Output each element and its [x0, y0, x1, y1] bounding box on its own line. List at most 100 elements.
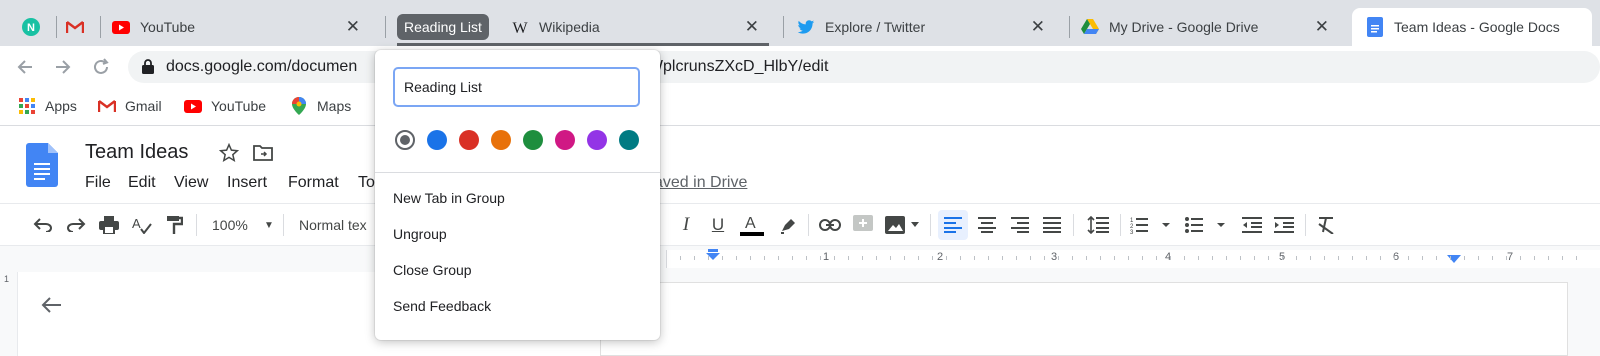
bookmark-youtube[interactable]: YouTube	[184, 97, 266, 115]
tab-title: Wikipedia	[539, 19, 600, 35]
menu-tools[interactable]: To	[358, 174, 375, 192]
italic-icon[interactable]: I	[676, 213, 696, 237]
ruler-tick	[1002, 256, 1003, 260]
bookmarks-bar: Apps Gmail YouTube Maps	[0, 88, 1600, 126]
tab-group-chip[interactable]: Reading List	[397, 14, 489, 40]
reload-icon[interactable]	[90, 56, 112, 78]
new-tab-in-group-item[interactable]: New Tab in Group	[393, 190, 505, 206]
send-feedback-item[interactable]: Send Feedback	[393, 298, 491, 314]
align-left-icon[interactable]	[938, 210, 968, 240]
insert-link-icon[interactable]	[818, 213, 842, 237]
increase-indent-icon[interactable]	[1272, 213, 1296, 237]
saved-status[interactable]: aved in Drive	[654, 174, 747, 192]
ruler-tick	[918, 256, 919, 260]
ruler-tick	[890, 256, 891, 260]
paint-format-icon[interactable]	[162, 213, 186, 237]
tab-wikipedia[interactable]: W Wikipedia ✕	[511, 8, 773, 46]
numbered-list-icon[interactable]: 123	[1130, 213, 1174, 237]
address-bar[interactable]: docs.google.com/documen tOWplcrunsZXcD_H…	[128, 51, 1600, 83]
tab-twitter[interactable]: Explore / Twitter ✕	[797, 8, 1059, 46]
close-tab-icon[interactable]: ✕	[1315, 17, 1329, 37]
bookmark-label: Gmail	[125, 98, 162, 114]
n-icon: N	[22, 18, 40, 36]
insert-image-icon[interactable]	[883, 213, 923, 237]
toolbar-divider	[196, 214, 197, 236]
align-justify-icon[interactable]	[1040, 213, 1064, 237]
back-arrow-icon[interactable]	[40, 296, 62, 319]
ruler-tick	[1226, 256, 1227, 260]
close-tab-icon[interactable]: ✕	[346, 17, 360, 37]
tab-n[interactable]: N	[22, 8, 50, 46]
redo-icon[interactable]	[64, 213, 88, 237]
lock-icon	[142, 59, 154, 79]
align-right-icon[interactable]	[1008, 213, 1032, 237]
forward-arrow-icon[interactable]	[52, 56, 74, 78]
bookmark-apps[interactable]: Apps	[18, 97, 77, 115]
ruler-tick	[1016, 256, 1017, 260]
vertical-ruler-number: 1	[4, 274, 10, 284]
ruler-tick	[1408, 256, 1409, 260]
ruler-tick	[1240, 256, 1241, 260]
close-tab-icon[interactable]: ✕	[745, 17, 759, 37]
align-center-icon[interactable]	[975, 213, 999, 237]
color-swatch-green[interactable]	[523, 130, 543, 150]
ruler-tick	[820, 256, 821, 260]
menu-file[interactable]: File	[85, 174, 111, 192]
color-swatch-blue[interactable]	[427, 130, 447, 150]
star-icon[interactable]	[218, 142, 240, 168]
paragraph-style-select[interactable]: Normal tex	[299, 213, 379, 237]
back-arrow-icon[interactable]	[14, 56, 36, 78]
tab-google-drive[interactable]: My Drive - Google Drive ✕	[1081, 8, 1343, 46]
color-swatch-grey[interactable]	[395, 130, 415, 150]
toolbar-divider	[283, 214, 284, 236]
move-to-folder-icon[interactable]	[253, 144, 273, 166]
tab-youtube[interactable]: YouTube ✕	[112, 8, 374, 46]
undo-icon[interactable]	[31, 213, 55, 237]
bulleted-list-icon[interactable]	[1185, 213, 1229, 237]
ruler-tick	[1492, 256, 1493, 260]
ruler-tick	[932, 256, 933, 260]
color-swatch-orange[interactable]	[491, 130, 511, 150]
menu-view[interactable]: View	[174, 174, 208, 192]
ruler-tick	[1156, 256, 1157, 260]
text-color-icon[interactable]: A	[738, 213, 766, 237]
color-swatch-red[interactable]	[459, 130, 479, 150]
underline-icon[interactable]: U	[708, 213, 728, 237]
ruler-tick	[1576, 256, 1577, 260]
address-text-tail: tOWplcrunsZXcD_HlbY/edit	[631, 58, 829, 75]
clear-formatting-icon[interactable]	[1315, 213, 1339, 237]
bookmark-maps[interactable]: Maps	[290, 97, 351, 115]
zoom-select[interactable]: 100% ▼	[212, 213, 274, 237]
document-page[interactable]	[600, 282, 1568, 356]
color-swatch-pink[interactable]	[555, 130, 575, 150]
group-name-input[interactable]	[393, 67, 640, 107]
add-comment-icon[interactable]	[851, 213, 875, 237]
document-title[interactable]: Team Ideas	[85, 141, 188, 164]
color-swatch-cyan[interactable]	[619, 130, 639, 150]
close-tab-icon[interactable]: ✕	[1031, 17, 1045, 37]
color-swatch-purple[interactable]	[587, 130, 607, 150]
highlight-color-icon[interactable]	[777, 213, 799, 237]
print-icon[interactable]	[97, 213, 121, 237]
ruler-tick	[974, 256, 975, 260]
toolbar-divider	[1120, 214, 1121, 236]
ruler-tick	[1296, 256, 1297, 260]
menu-insert[interactable]: Insert	[227, 174, 267, 192]
ruler-tick	[1100, 256, 1101, 260]
tab-strip: N YouTube ✕ Reading List W Wikipedia ✕ E…	[0, 0, 1600, 46]
bookmark-gmail[interactable]: Gmail	[98, 97, 162, 115]
tab-google-docs[interactable]: Team Ideas - Google Docs	[1352, 8, 1592, 46]
right-indent-marker-icon[interactable]	[1447, 251, 1461, 269]
tab-group-label: Reading List	[404, 19, 482, 35]
spellcheck-icon[interactable]: A	[130, 213, 154, 237]
menu-format[interactable]: Format	[288, 174, 339, 192]
close-group-item[interactable]: Close Group	[393, 262, 472, 278]
ungroup-item[interactable]: Ungroup	[393, 226, 447, 242]
line-spacing-icon[interactable]	[1086, 213, 1110, 237]
vertical-ruler: 1	[0, 272, 18, 356]
menu-edit[interactable]: Edit	[128, 174, 156, 192]
tab-title: My Drive - Google Drive	[1109, 19, 1259, 35]
tab-gmail[interactable]	[66, 8, 94, 46]
google-docs-logo-icon[interactable]	[26, 143, 58, 192]
decrease-indent-icon[interactable]	[1240, 213, 1264, 237]
